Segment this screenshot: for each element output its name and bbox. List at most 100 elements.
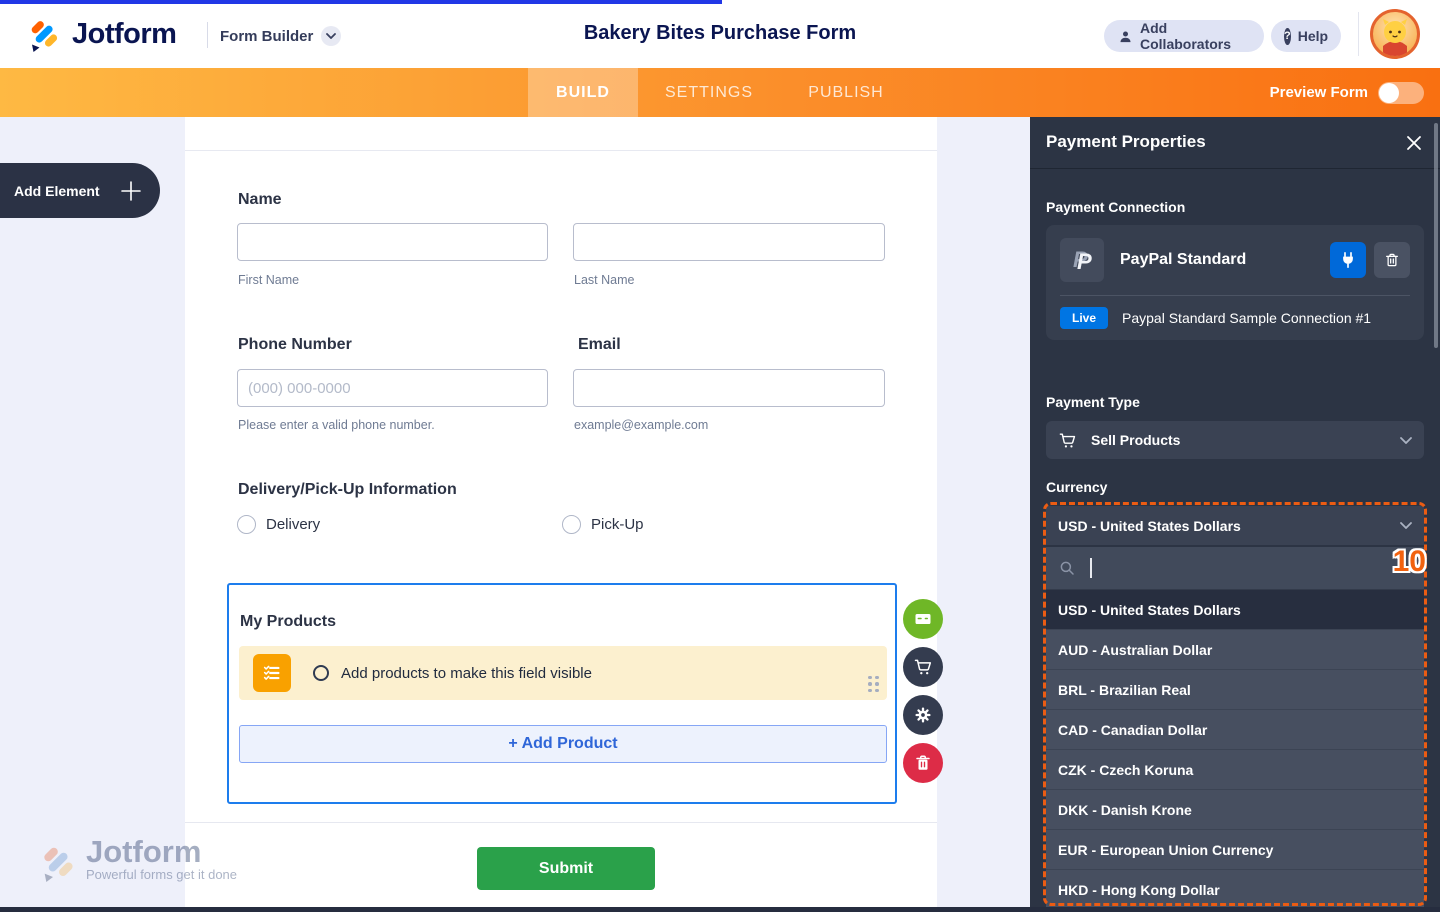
first-name-sublabel: First Name xyxy=(238,273,300,287)
remove-connection-button[interactable] xyxy=(1374,242,1410,278)
connection-name: Paypal Standard Sample Connection #1 xyxy=(1122,310,1372,326)
first-name-input[interactable] xyxy=(237,223,548,261)
form-builder-app: Jotform Form Builder Bakery Bites Purcha… xyxy=(0,0,1440,912)
currency-option[interactable]: CAD - Canadian Dollar xyxy=(1046,710,1424,750)
close-icon[interactable] xyxy=(1402,131,1426,155)
live-status-badge: Live xyxy=(1060,307,1109,329)
radio-pickup-label: Pick-Up xyxy=(591,516,644,533)
panel-title: Payment Properties xyxy=(1046,132,1206,151)
panel-scrollbar[interactable] xyxy=(1434,123,1438,348)
bottom-edge-bar xyxy=(0,907,1440,912)
gear-icon xyxy=(913,705,933,725)
drag-handle-icon[interactable] xyxy=(868,675,879,692)
field-settings-button[interactable] xyxy=(903,695,943,735)
canvas-top-divider xyxy=(185,150,937,151)
search-icon xyxy=(1058,559,1076,577)
toggle-knob xyxy=(1379,82,1399,103)
avatar[interactable] xyxy=(1370,9,1420,59)
avatar-divider xyxy=(1358,12,1359,56)
radio-circle-icon xyxy=(237,515,256,534)
form-canvas: Name First Name Last Name Phone Number E… xyxy=(185,117,937,907)
add-element-button[interactable]: Add Element xyxy=(0,163,160,218)
top-header: Jotform Form Builder Bakery Bites Purcha… xyxy=(0,0,1440,68)
tab-settings-label: SETTINGS xyxy=(664,83,753,101)
reconnect-button[interactable] xyxy=(1330,242,1366,278)
trash-icon xyxy=(1384,252,1400,268)
tab-publish-label: PUBLISH xyxy=(808,83,884,101)
add-element-label: Add Element xyxy=(14,182,100,199)
user-icon xyxy=(1118,29,1133,44)
phone-sublabel: Please enter a valid phone number. xyxy=(238,418,435,432)
add-product-button[interactable]: + Add Product xyxy=(239,725,887,763)
tab-settings[interactable]: SETTINGS xyxy=(638,68,780,117)
notice-radio-icon xyxy=(313,665,329,681)
my-products-label: My Products xyxy=(240,613,337,630)
panel-header: Payment Properties xyxy=(1030,117,1440,169)
radio-delivery-label: Delivery xyxy=(266,516,321,533)
currency-option[interactable]: CZK - Czech Koruna xyxy=(1046,750,1424,790)
email-field-label[interactable]: Email xyxy=(578,336,621,354)
add-collaborators-label: Add Collaborators xyxy=(1140,20,1232,52)
phone-input[interactable] xyxy=(237,369,548,407)
email-input[interactable] xyxy=(573,369,885,407)
email-sublabel: example@example.com xyxy=(574,418,709,432)
credit-card-icon xyxy=(913,609,933,629)
payment-connection-card: PP PayPal Standard Live Paypal Standard xyxy=(1046,225,1424,340)
tab-build-label: BUILD xyxy=(556,83,610,101)
last-name-sublabel: Last Name xyxy=(574,273,635,287)
submit-button[interactable]: Submit xyxy=(477,847,655,890)
radio-delivery[interactable]: Delivery xyxy=(237,515,320,534)
product-wizard-button[interactable] xyxy=(903,647,943,687)
watermark-logo-text: Jotform xyxy=(86,834,202,869)
delete-field-button[interactable] xyxy=(903,743,943,783)
payment-connection-label: Payment Connection xyxy=(1046,199,1186,215)
currency-label: Currency xyxy=(1046,479,1108,495)
currency-selected-value: USD - United States Dollars xyxy=(1058,517,1241,534)
chevron-down-icon xyxy=(1400,436,1412,444)
plus-icon xyxy=(120,180,142,202)
annotation-badge: 10 xyxy=(1392,545,1426,578)
tab-build[interactable]: BUILD xyxy=(528,68,638,117)
connection-gateway-name: PayPal Standard xyxy=(1120,251,1247,268)
name-field-label[interactable]: Name xyxy=(238,191,282,209)
add-collaborators-button[interactable]: Add Collaborators xyxy=(1104,20,1264,52)
currency-option[interactable]: USD - United States Dollars xyxy=(1046,590,1424,630)
radio-pickup[interactable]: Pick-Up xyxy=(562,515,644,534)
builder-nav: BUILD SETTINGS PUBLISH Preview Form xyxy=(0,68,1440,117)
chevron-down-icon xyxy=(1400,522,1412,529)
cart-icon xyxy=(913,657,933,677)
plug-icon xyxy=(1339,251,1357,269)
connection-card-divider xyxy=(1060,295,1410,296)
currency-option[interactable]: HKD - Hong Kong Dollar xyxy=(1046,870,1424,910)
currency-options-list: USD - United States Dollars AUD - Austra… xyxy=(1046,590,1424,910)
currency-option[interactable]: DKK - Danish Krone xyxy=(1046,790,1424,830)
products-notice-bar: Add products to make this field visible xyxy=(239,646,887,700)
currency-dropdown[interactable]: USD - United States Dollars xyxy=(1046,506,1424,545)
currency-search-input[interactable] xyxy=(1046,547,1424,590)
phone-field-label[interactable]: Phone Number xyxy=(238,336,352,354)
currency-option[interactable]: BRL - Brazilian Real xyxy=(1046,670,1424,710)
help-button[interactable]: ? Help xyxy=(1271,20,1341,52)
products-notice-text: Add products to make this field visible xyxy=(341,664,592,682)
preview-form-label: Preview Form xyxy=(1269,84,1368,101)
payment-type-label: Payment Type xyxy=(1046,394,1140,410)
currency-option[interactable]: AUD - Australian Dollar xyxy=(1046,630,1424,670)
delivery-section-label[interactable]: Delivery/Pick-Up Information xyxy=(238,481,457,499)
watermark-tagline: Powerful forms get it done xyxy=(86,866,238,882)
currency-option[interactable]: EUR - European Union Currency xyxy=(1046,830,1424,870)
paypal-icon: PP xyxy=(1060,238,1104,282)
my-products-field-selected[interactable]: My Products Add products to make this fi… xyxy=(227,583,897,804)
cart-icon xyxy=(1058,431,1077,450)
product-list-icon xyxy=(253,654,291,692)
preview-form-toggle[interactable] xyxy=(1378,81,1424,104)
payment-type-dropdown[interactable]: Sell Products xyxy=(1046,421,1424,459)
last-name-input[interactable] xyxy=(573,223,885,261)
jotform-watermark: Jotform Powerful forms get it done xyxy=(38,834,238,882)
loading-progress-bar xyxy=(0,0,722,4)
text-cursor xyxy=(1090,558,1092,578)
payment-settings-button[interactable] xyxy=(903,599,943,639)
help-label: Help xyxy=(1297,28,1329,44)
tab-publish[interactable]: PUBLISH xyxy=(780,68,912,117)
trash-icon xyxy=(914,754,932,772)
radio-circle-icon xyxy=(562,515,581,534)
